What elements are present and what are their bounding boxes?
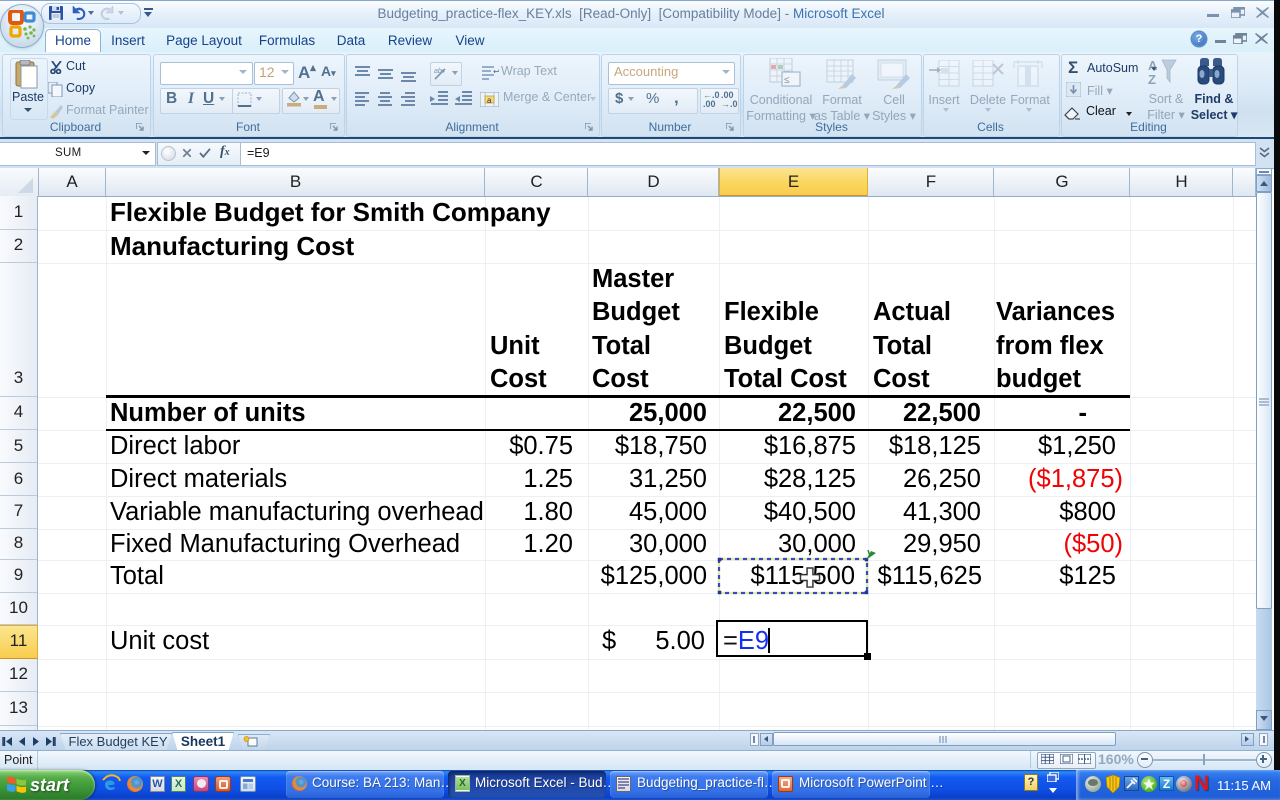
svg-text:Z: Z [1148, 72, 1156, 86]
svg-text:↩: ↩ [493, 67, 499, 76]
svg-text:a: a [487, 96, 492, 105]
svg-text:A: A [1148, 58, 1158, 73]
svg-text:ab: ab [434, 68, 442, 75]
svg-text:≤: ≤ [784, 75, 790, 86]
